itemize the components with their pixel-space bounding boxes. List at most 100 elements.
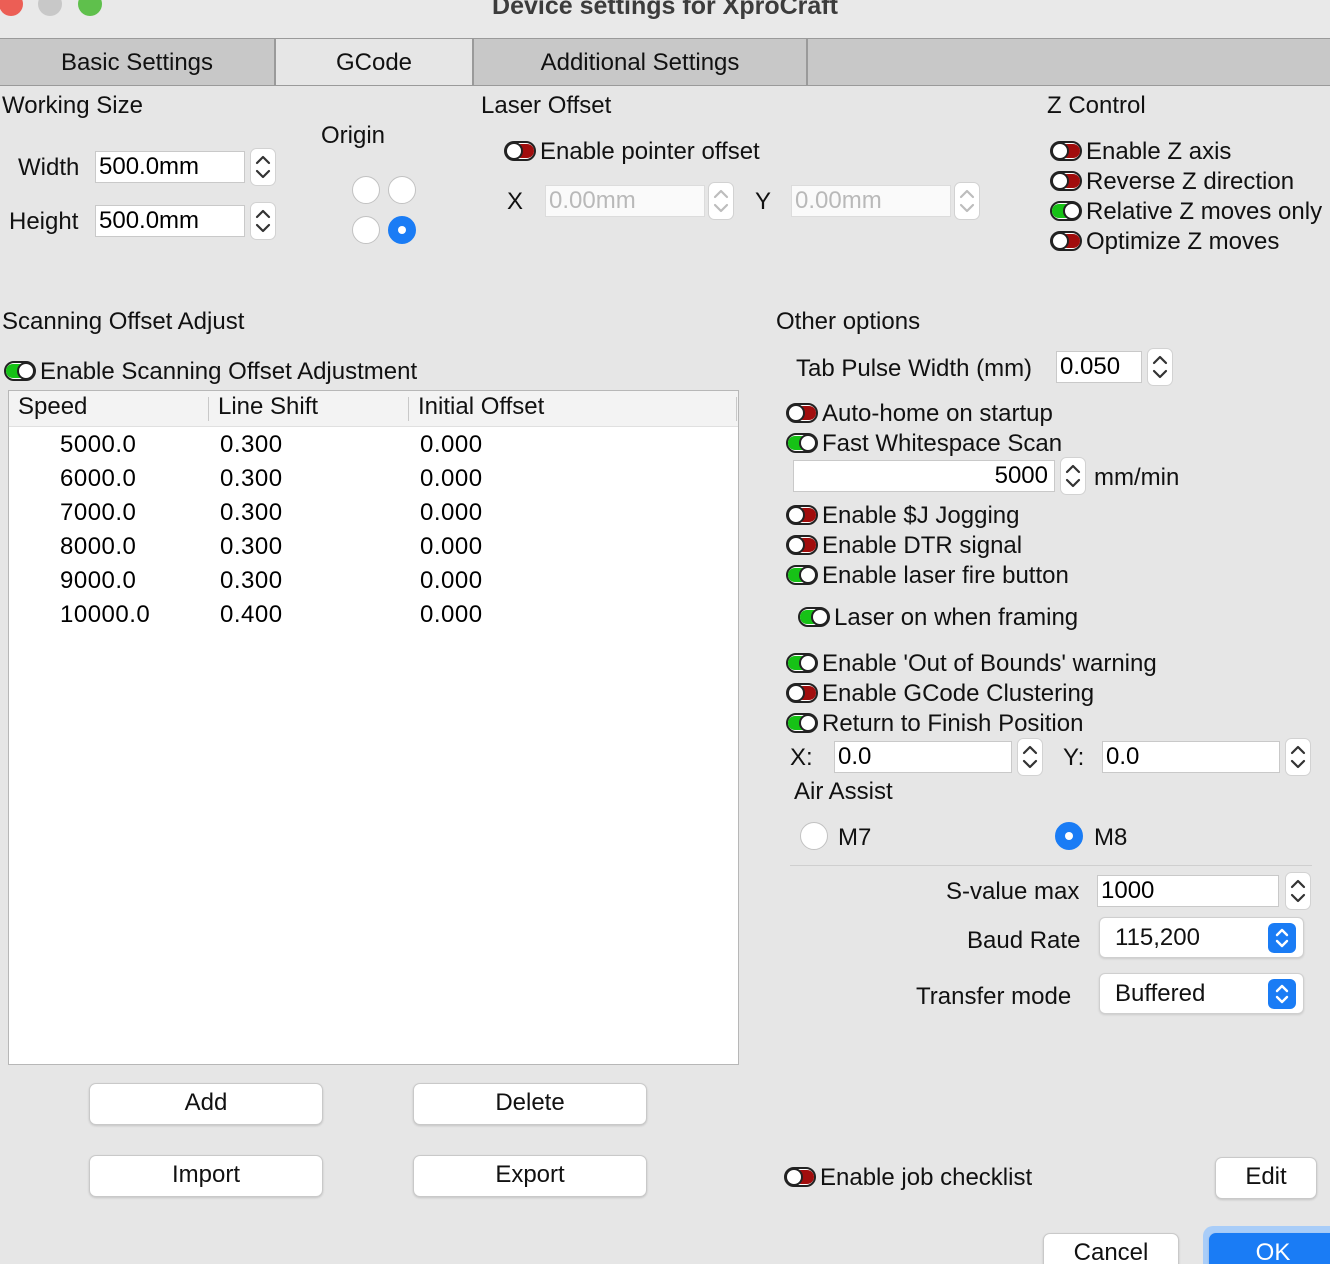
relative-z-toggle[interactable]: [1050, 201, 1082, 221]
baud-rate-label: Baud Rate: [967, 927, 1081, 954]
tab-pulse-label: Tab Pulse Width (mm): [796, 355, 1033, 382]
jogging-label: Enable $J Jogging: [822, 502, 1020, 529]
tab-gcode[interactable]: GCode: [276, 39, 474, 85]
height-stepper[interactable]: [250, 202, 276, 240]
initial-offset-cell: 0.000: [420, 567, 483, 594]
tab-basic-settings[interactable]: Basic Settings: [0, 39, 276, 85]
dtr-signal-label: Enable DTR signal: [822, 532, 1023, 559]
auto-home-toggle[interactable]: [786, 403, 818, 423]
table-row[interactable]: 6000.0 0.300 0.000: [9, 461, 738, 495]
initial-offset-cell: 0.000: [420, 465, 483, 492]
edit-checklist-button[interactable]: Edit: [1215, 1157, 1317, 1199]
origin-top-left-radio[interactable]: [352, 176, 380, 204]
scanning-offset-table[interactable]: Speed Line Shift Initial Offset 5000.0 0…: [8, 390, 739, 1065]
tab-additional-settings[interactable]: Additional Settings: [474, 39, 808, 85]
job-checklist-toggle[interactable]: [784, 1167, 816, 1187]
cancel-button[interactable]: Cancel: [1043, 1233, 1179, 1264]
line-shift-cell: 0.400: [220, 601, 283, 628]
whitespace-speed-stepper[interactable]: [1060, 457, 1086, 495]
fast-whitespace-toggle[interactable]: [786, 433, 818, 453]
dtr-signal-toggle[interactable]: [786, 535, 818, 555]
laser-framing-toggle[interactable]: [798, 607, 830, 627]
air-assist-m7-radio[interactable]: [800, 822, 828, 850]
finish-y-input[interactable]: 0.0: [1102, 741, 1280, 773]
line-shift-cell: 0.300: [220, 567, 283, 594]
select-arrows-icon: [1268, 923, 1296, 953]
finish-x-input[interactable]: 0.0: [834, 741, 1012, 773]
initial-offset-cell: 0.000: [420, 431, 483, 458]
offset-x-input[interactable]: 0.00mm: [545, 185, 705, 217]
z-control-heading: Z Control: [1047, 92, 1146, 119]
origin-bottom-right-radio[interactable]: [388, 216, 416, 244]
import-button[interactable]: Import: [89, 1155, 323, 1197]
column-divider: [408, 397, 409, 421]
auto-home-label: Auto-home on startup: [822, 400, 1053, 427]
pointer-offset-label: Enable pointer offset: [540, 138, 760, 165]
select-arrows-icon: [1268, 979, 1296, 1009]
column-divider: [736, 397, 737, 421]
table-row[interactable]: 5000.0 0.300 0.000: [9, 427, 738, 461]
ok-button[interactable]: OK: [1209, 1233, 1330, 1264]
optimize-z-label: Optimize Z moves: [1086, 228, 1280, 255]
gcode-clustering-label: Enable GCode Clustering: [822, 680, 1095, 707]
laser-fire-button-toggle[interactable]: [786, 565, 818, 585]
finish-y-label: Y:: [1063, 744, 1085, 771]
whitespace-speed-input[interactable]: 5000: [793, 460, 1055, 492]
origin-bottom-left-radio[interactable]: [352, 216, 380, 244]
offset-x-stepper[interactable]: [708, 182, 734, 220]
add-button[interactable]: Add: [89, 1083, 323, 1125]
finish-y-stepper[interactable]: [1285, 738, 1311, 776]
jogging-toggle[interactable]: [786, 505, 818, 525]
out-of-bounds-toggle[interactable]: [786, 653, 818, 673]
table-row[interactable]: 7000.0 0.300 0.000: [9, 495, 738, 529]
baud-rate-value: 115,200: [1115, 924, 1200, 951]
table-row[interactable]: 9000.0 0.300 0.000: [9, 563, 738, 597]
column-header-initial-offset[interactable]: Initial Offset: [418, 393, 544, 421]
table-header: Speed Line Shift Initial Offset: [9, 391, 738, 427]
job-checklist-label: Enable job checklist: [820, 1164, 1033, 1191]
origin-top-right-radio[interactable]: [388, 176, 416, 204]
air-assist-m8-radio[interactable]: [1055, 822, 1083, 850]
line-shift-cell: 0.300: [220, 499, 283, 526]
s-value-label: S-value max: [946, 878, 1080, 905]
whitespace-speed-unit: mm/min: [1094, 464, 1180, 491]
other-options-heading: Other options: [776, 308, 921, 335]
baud-rate-select[interactable]: 115,200: [1099, 917, 1304, 958]
pointer-offset-toggle[interactable]: [504, 141, 536, 161]
column-header-line-shift[interactable]: Line Shift: [218, 393, 318, 421]
gcode-clustering-toggle[interactable]: [786, 683, 818, 703]
scanning-offset-toggle[interactable]: [4, 361, 36, 381]
s-value-stepper[interactable]: [1285, 872, 1311, 910]
height-input[interactable]: 500.0mm: [95, 205, 245, 237]
export-button[interactable]: Export: [413, 1155, 647, 1197]
table-row[interactable]: 8000.0 0.300 0.000: [9, 529, 738, 563]
transfer-mode-select[interactable]: Buffered: [1099, 973, 1304, 1014]
speed-cell: 9000.0: [60, 567, 137, 594]
delete-button[interactable]: Delete: [413, 1083, 647, 1125]
reverse-z-toggle[interactable]: [1050, 171, 1082, 191]
air-assist-m7-label: M7: [838, 824, 872, 851]
offset-x-label: X: [507, 188, 524, 215]
speed-cell: 10000.0: [60, 601, 151, 628]
offset-y-stepper[interactable]: [954, 182, 980, 220]
speed-cell: 7000.0: [60, 499, 137, 526]
column-header-speed[interactable]: Speed: [18, 393, 87, 421]
laser-framing-label: Laser on when framing: [834, 604, 1079, 631]
optimize-z-toggle[interactable]: [1050, 231, 1082, 251]
tab-pulse-stepper[interactable]: [1147, 348, 1173, 386]
return-finish-label: Return to Finish Position: [822, 710, 1084, 737]
origin-heading: Origin: [321, 122, 386, 149]
finish-x-stepper[interactable]: [1017, 738, 1043, 776]
width-input[interactable]: 500.0mm: [95, 151, 245, 183]
return-finish-toggle[interactable]: [786, 713, 818, 733]
line-shift-cell: 0.300: [220, 465, 283, 492]
speed-cell: 5000.0: [60, 431, 137, 458]
table-row[interactable]: 10000.0 0.400 0.000: [9, 597, 738, 631]
width-label: Width: [18, 154, 80, 181]
width-stepper[interactable]: [250, 148, 276, 186]
s-value-input[interactable]: 1000: [1097, 875, 1279, 907]
enable-z-axis-toggle[interactable]: [1050, 141, 1082, 161]
tab-pulse-input[interactable]: 0.050: [1056, 351, 1142, 383]
enable-z-axis-label: Enable Z axis: [1086, 138, 1232, 165]
offset-y-input[interactable]: 0.00mm: [791, 185, 951, 217]
